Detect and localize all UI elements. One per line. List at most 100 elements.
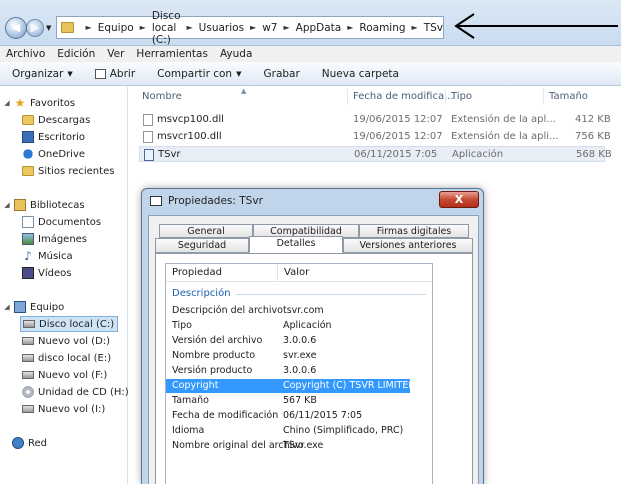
crumb-roaming[interactable]: Roaming [359, 22, 405, 34]
computer-icon [14, 301, 26, 313]
nav-videos[interactable]: Vídeos [22, 265, 71, 281]
column-header-name[interactable]: Nombre [142, 91, 182, 105]
chevron-right-icon[interactable]: ► [86, 23, 92, 32]
column-header-size[interactable]: Tamaño [549, 91, 588, 105]
chevron-right-icon[interactable]: ► [250, 23, 256, 32]
nav-drive-c[interactable]: Disco local (C:) [20, 316, 118, 332]
file-row[interactable]: msvcr100.dll 19/06/2015 12:07 Extensión … [139, 129, 611, 145]
column-header-date[interactable]: Fecha de modifica... [353, 91, 454, 105]
nav-onedrive-label: OneDrive [38, 148, 86, 160]
share-button[interactable]: Compartir con ▼ [157, 68, 241, 80]
expand-icon[interactable]: ◢ [2, 99, 12, 107]
expand-icon[interactable]: ◢ [2, 201, 12, 209]
tab-security[interactable]: Seguridad [155, 238, 249, 253]
column-divider[interactable] [543, 89, 544, 105]
menu-ayuda[interactable]: Ayuda [220, 48, 252, 60]
breadcrumb: ► Equipo ► Disco local (C:) ► Usuarios ►… [80, 10, 443, 46]
dialog-title: Propiedades: TSvr [168, 195, 263, 207]
chevron-right-icon[interactable]: ► [187, 23, 193, 32]
property-row[interactable]: Nombre producto svr.exe [166, 349, 432, 363]
tab-digital-signatures[interactable]: Firmas digitales [359, 224, 469, 238]
property-key: Versión producto [172, 365, 253, 376]
nav-network[interactable]: Red [12, 435, 47, 451]
menu-edicion[interactable]: Edición [57, 48, 95, 60]
images-icon [22, 233, 34, 245]
nav-drive-e-label: disco local (E:) [38, 352, 112, 364]
property-row[interactable]: Idioma Chino (Simplificado, PRC) [166, 424, 432, 438]
chevron-right-icon[interactable]: ► [347, 23, 353, 32]
property-key: Fecha de modificación [172, 410, 279, 421]
recent-pages-chevron-icon[interactable]: ▼ [46, 24, 51, 32]
tab-details[interactable]: Detalles [249, 236, 343, 253]
nav-downloads[interactable]: Descargas [22, 112, 90, 128]
organize-label: Organizar [12, 67, 64, 80]
menu-herramientas[interactable]: Herramientas [136, 48, 208, 60]
nav-network-label: Red [28, 437, 47, 449]
tab-general[interactable]: General [159, 224, 253, 238]
menu-archivo[interactable]: Archivo [6, 48, 45, 60]
file-row[interactable]: msvcp100.dll 19/06/2015 12:07 Extensión … [139, 112, 611, 128]
chevron-right-icon[interactable]: ► [283, 23, 289, 32]
back-button[interactable]: ◀ [5, 17, 27, 39]
column-header-value[interactable]: Valor [278, 264, 432, 282]
crumb-equipo[interactable]: Equipo [98, 22, 134, 34]
column-divider[interactable] [347, 89, 348, 105]
crumb-disco-local[interactable]: Disco local (C:) [152, 10, 181, 46]
property-row[interactable]: Versión del archivo 3.0.0.6 [166, 334, 432, 348]
nav-drive-i-label: Nuevo vol (I:) [38, 403, 106, 415]
property-row[interactable]: Descripción del archivo tsvr.com [166, 304, 432, 318]
property-list[interactable]: Propiedad Valor Descripción Descripción … [165, 263, 433, 484]
chevron-right-icon[interactable]: ► [140, 23, 146, 32]
property-row[interactable]: Nombre original del archivo TSvr.exe [166, 439, 432, 453]
file-row-selected[interactable]: TSvr 06/11/2015 7:05 Aplicación 568 KB [139, 146, 612, 162]
property-row[interactable]: Fecha de modificación 06/11/2015 7:05 [166, 409, 432, 423]
nav-music[interactable]: ♪ Música [22, 248, 72, 264]
group-divider [236, 294, 426, 295]
new-folder-button[interactable]: Nueva carpeta [322, 68, 399, 80]
nav-videos-label: Vídeos [38, 267, 72, 279]
nav-drive-h[interactable]: Unidad de CD (H:) [22, 384, 129, 400]
nav-onedrive[interactable]: OneDrive [22, 146, 85, 162]
nav-libraries[interactable]: ◢ Bibliotecas [2, 197, 85, 213]
chevron-right-icon[interactable]: ► [412, 23, 418, 32]
nav-drive-i[interactable]: Nuevo vol (I:) [22, 401, 105, 417]
menu-ver[interactable]: Ver [107, 48, 124, 60]
organize-button[interactable]: Organizar ▼ [12, 68, 73, 80]
nav-drive-d[interactable]: Nuevo vol (D:) [22, 333, 110, 349]
address-box[interactable]: ► Equipo ► Disco local (C:) ► Usuarios ►… [56, 10, 444, 46]
nav-desktop[interactable]: Escritorio [22, 129, 85, 145]
nav-drive-e[interactable]: disco local (E:) [22, 350, 111, 366]
open-button[interactable]: Abrir [94, 68, 135, 80]
property-row[interactable]: Tamaño 567 KB [166, 394, 432, 408]
file-date: 06/11/2015 7:05 [354, 149, 438, 160]
nav-documents[interactable]: Documentos [22, 214, 101, 230]
property-row[interactable]: Tipo Aplicación [166, 319, 432, 333]
dll-file-icon [143, 131, 153, 143]
expand-icon[interactable]: ◢ [2, 303, 12, 311]
application-icon [144, 149, 154, 161]
forward-button[interactable]: ▶ [26, 19, 44, 37]
tab-previous-versions[interactable]: Versiones anteriores [343, 238, 473, 253]
nav-images[interactable]: Imágenes [22, 231, 87, 247]
property-row-selected[interactable]: Copyright Copyright (C) TSVR LIMITED... [166, 379, 425, 393]
nav-drive-f[interactable]: Nuevo vol (F:) [22, 367, 107, 383]
nav-drive-d-label: Nuevo vol (D:) [38, 335, 111, 347]
column-header-property[interactable]: Propiedad [166, 264, 278, 282]
burn-button[interactable]: Grabar [263, 68, 299, 80]
property-row[interactable]: Versión producto 3.0.0.6 [166, 364, 432, 378]
file-date: 19/06/2015 12:07 [353, 114, 443, 125]
crumb-tsv[interactable]: TSv [424, 22, 443, 34]
menu-bar: Archivo Edición Ver Herramientas Ayuda [0, 46, 621, 62]
column-divider[interactable] [445, 89, 446, 105]
nav-favorites[interactable]: ◢ ★ Favoritos [2, 95, 75, 111]
nav-recent[interactable]: Sitios recientes [22, 163, 114, 179]
crumb-usuarios[interactable]: Usuarios [199, 22, 244, 34]
column-header-type[interactable]: Tipo [451, 91, 472, 105]
drive-icon [23, 320, 35, 328]
dialog-title-bar[interactable]: Propiedades: TSvr [150, 195, 263, 207]
crumb-w7[interactable]: w7 [262, 22, 277, 34]
property-key: Tamaño [172, 395, 209, 406]
crumb-appdata[interactable]: AppData [296, 22, 342, 34]
nav-computer[interactable]: ◢ Equipo [2, 299, 64, 315]
close-button[interactable]: X [439, 191, 479, 208]
